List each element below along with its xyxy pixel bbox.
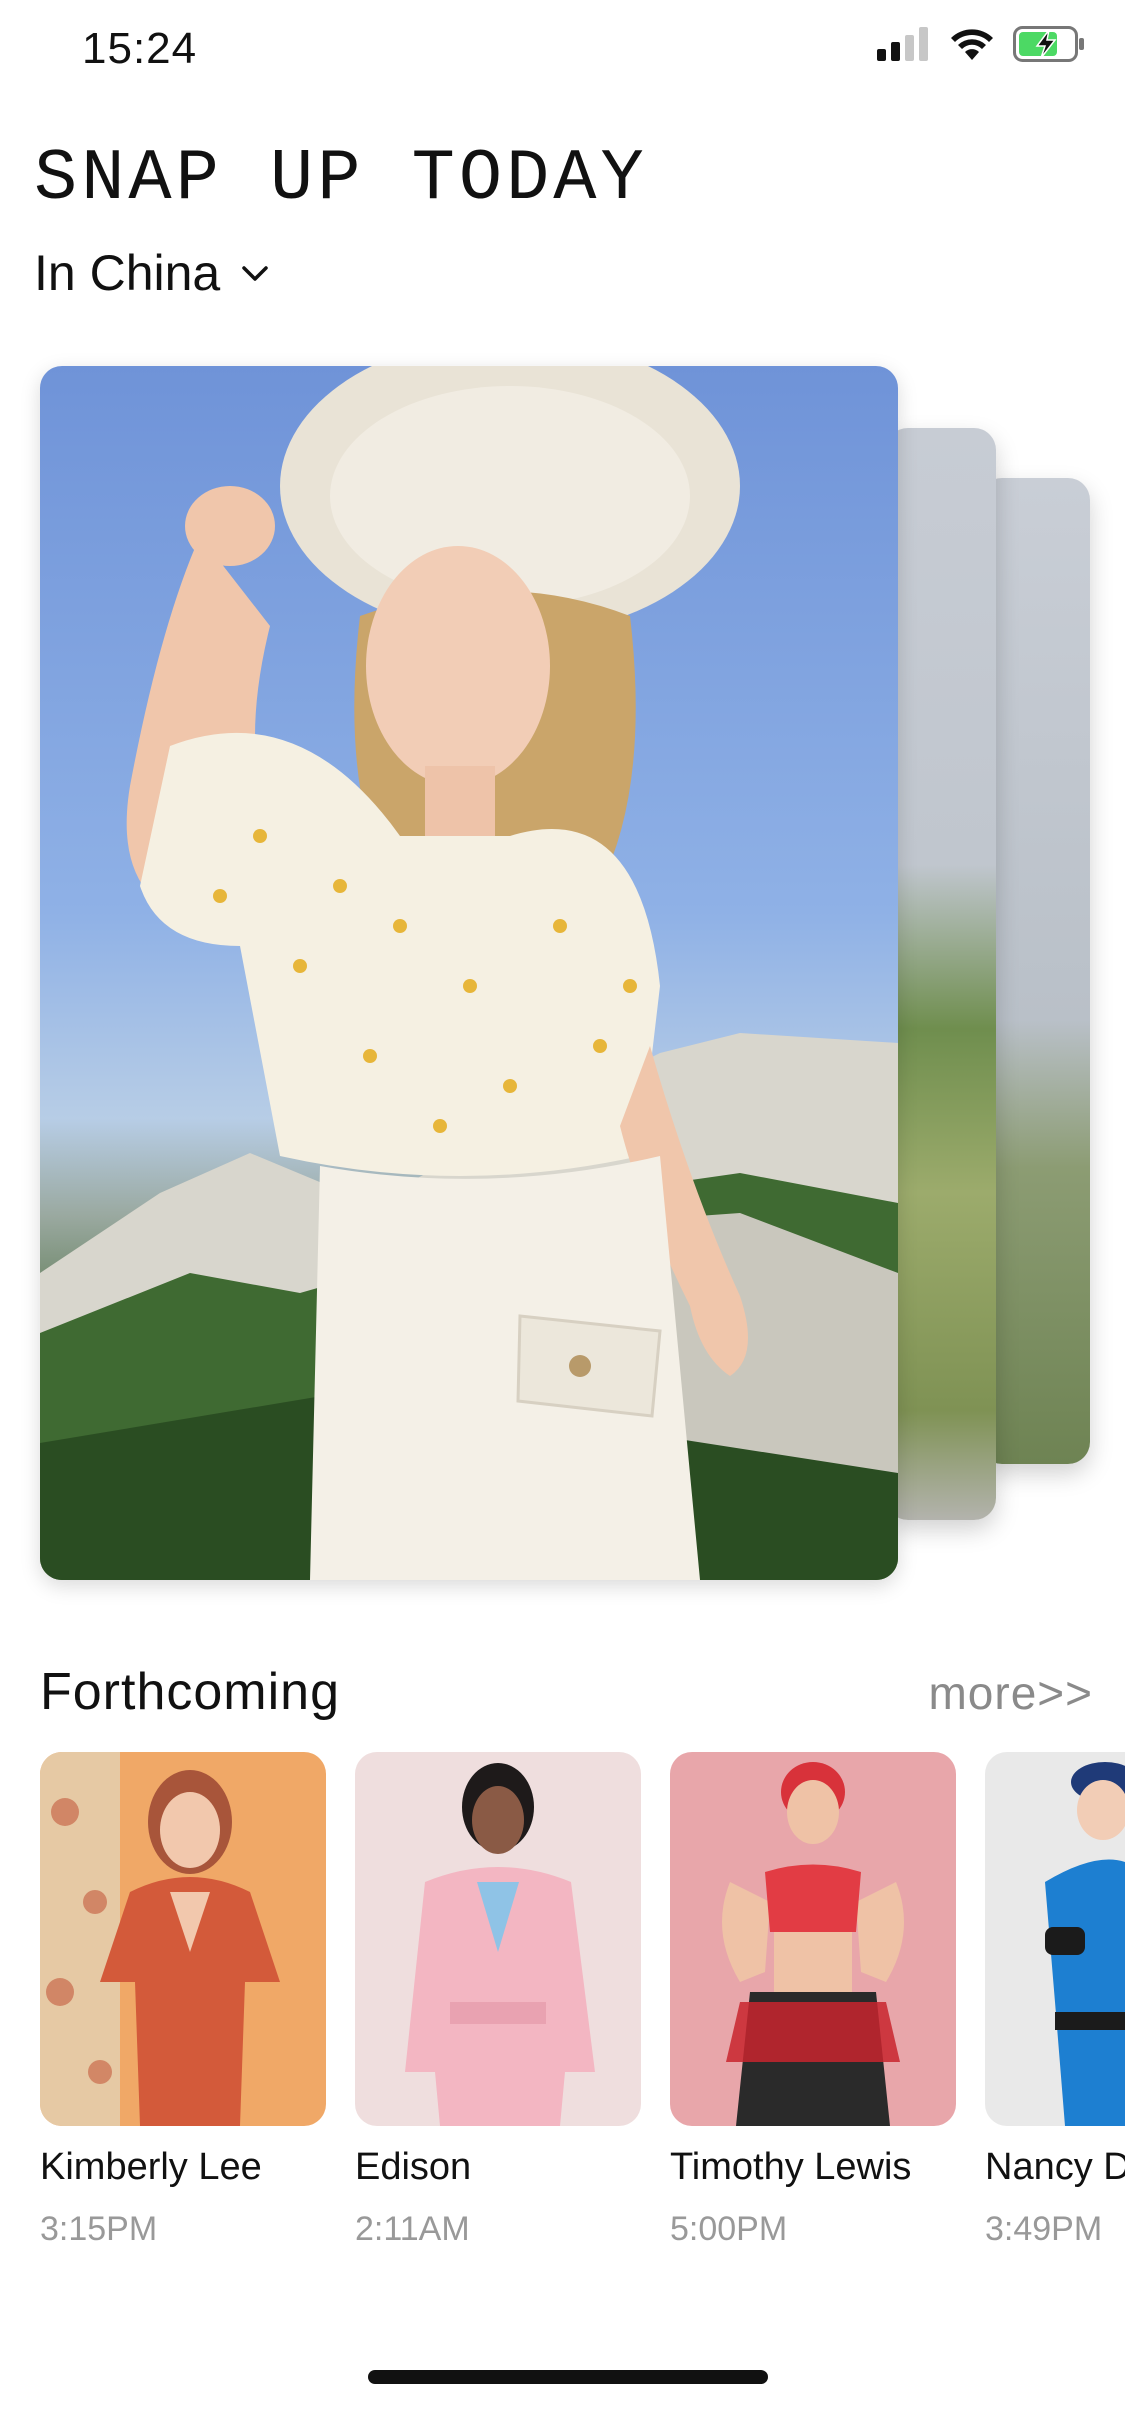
thumbnail-name-2: Edison <box>355 2146 472 2188</box>
featured-card-back-1[interactable] <box>886 428 996 1520</box>
home-indicator[interactable] <box>368 2370 768 2384</box>
thumbnail-name-3: Timothy Lewis <box>670 2146 912 2188</box>
thumbnail-time-1: 3:15PM <box>40 2210 158 2248</box>
location-label: In China <box>34 245 221 301</box>
thumbnail-image <box>670 1752 956 2126</box>
thumbnail-time-4: 3:49PM <box>985 2210 1103 2248</box>
featured-card-main[interactable] <box>40 366 898 1580</box>
forthcoming-thumbnail-1[interactable] <box>40 1752 326 2126</box>
thumbnail-time-3: 5:00PM <box>670 2210 788 2248</box>
chevron-down-icon <box>238 244 272 302</box>
location-selector[interactable]: In China <box>34 244 272 302</box>
featured-card-back-2[interactable] <box>980 478 1090 1464</box>
thumbnail-name-4: Nancy D <box>985 2146 1125 2188</box>
thumbnail-time-2: 2:11AM <box>355 2210 470 2248</box>
forthcoming-thumbnail-4[interactable] <box>985 1752 1125 2126</box>
thumbnail-image <box>40 1752 326 2126</box>
thumbnail-name-1: Kimberly Lee <box>40 2146 262 2188</box>
wifi-icon <box>949 27 995 66</box>
thumbnail-image <box>355 1752 641 2126</box>
forthcoming-thumbnail-2[interactable] <box>355 1752 641 2126</box>
page-title: SNAP UP TODAY <box>34 138 648 220</box>
battery-charging-icon <box>1013 25 1085 67</box>
forthcoming-thumbnail-3[interactable] <box>670 1752 956 2126</box>
status-time: 15:24 <box>82 24 198 73</box>
cellular-signal-icon <box>877 26 931 66</box>
status-icons <box>877 24 1085 68</box>
more-link[interactable]: more>> <box>928 1666 1093 1720</box>
section-title-forthcoming: Forthcoming <box>40 1663 340 1721</box>
thumbnail-image <box>985 1752 1125 2126</box>
model-photo <box>126 366 748 1580</box>
